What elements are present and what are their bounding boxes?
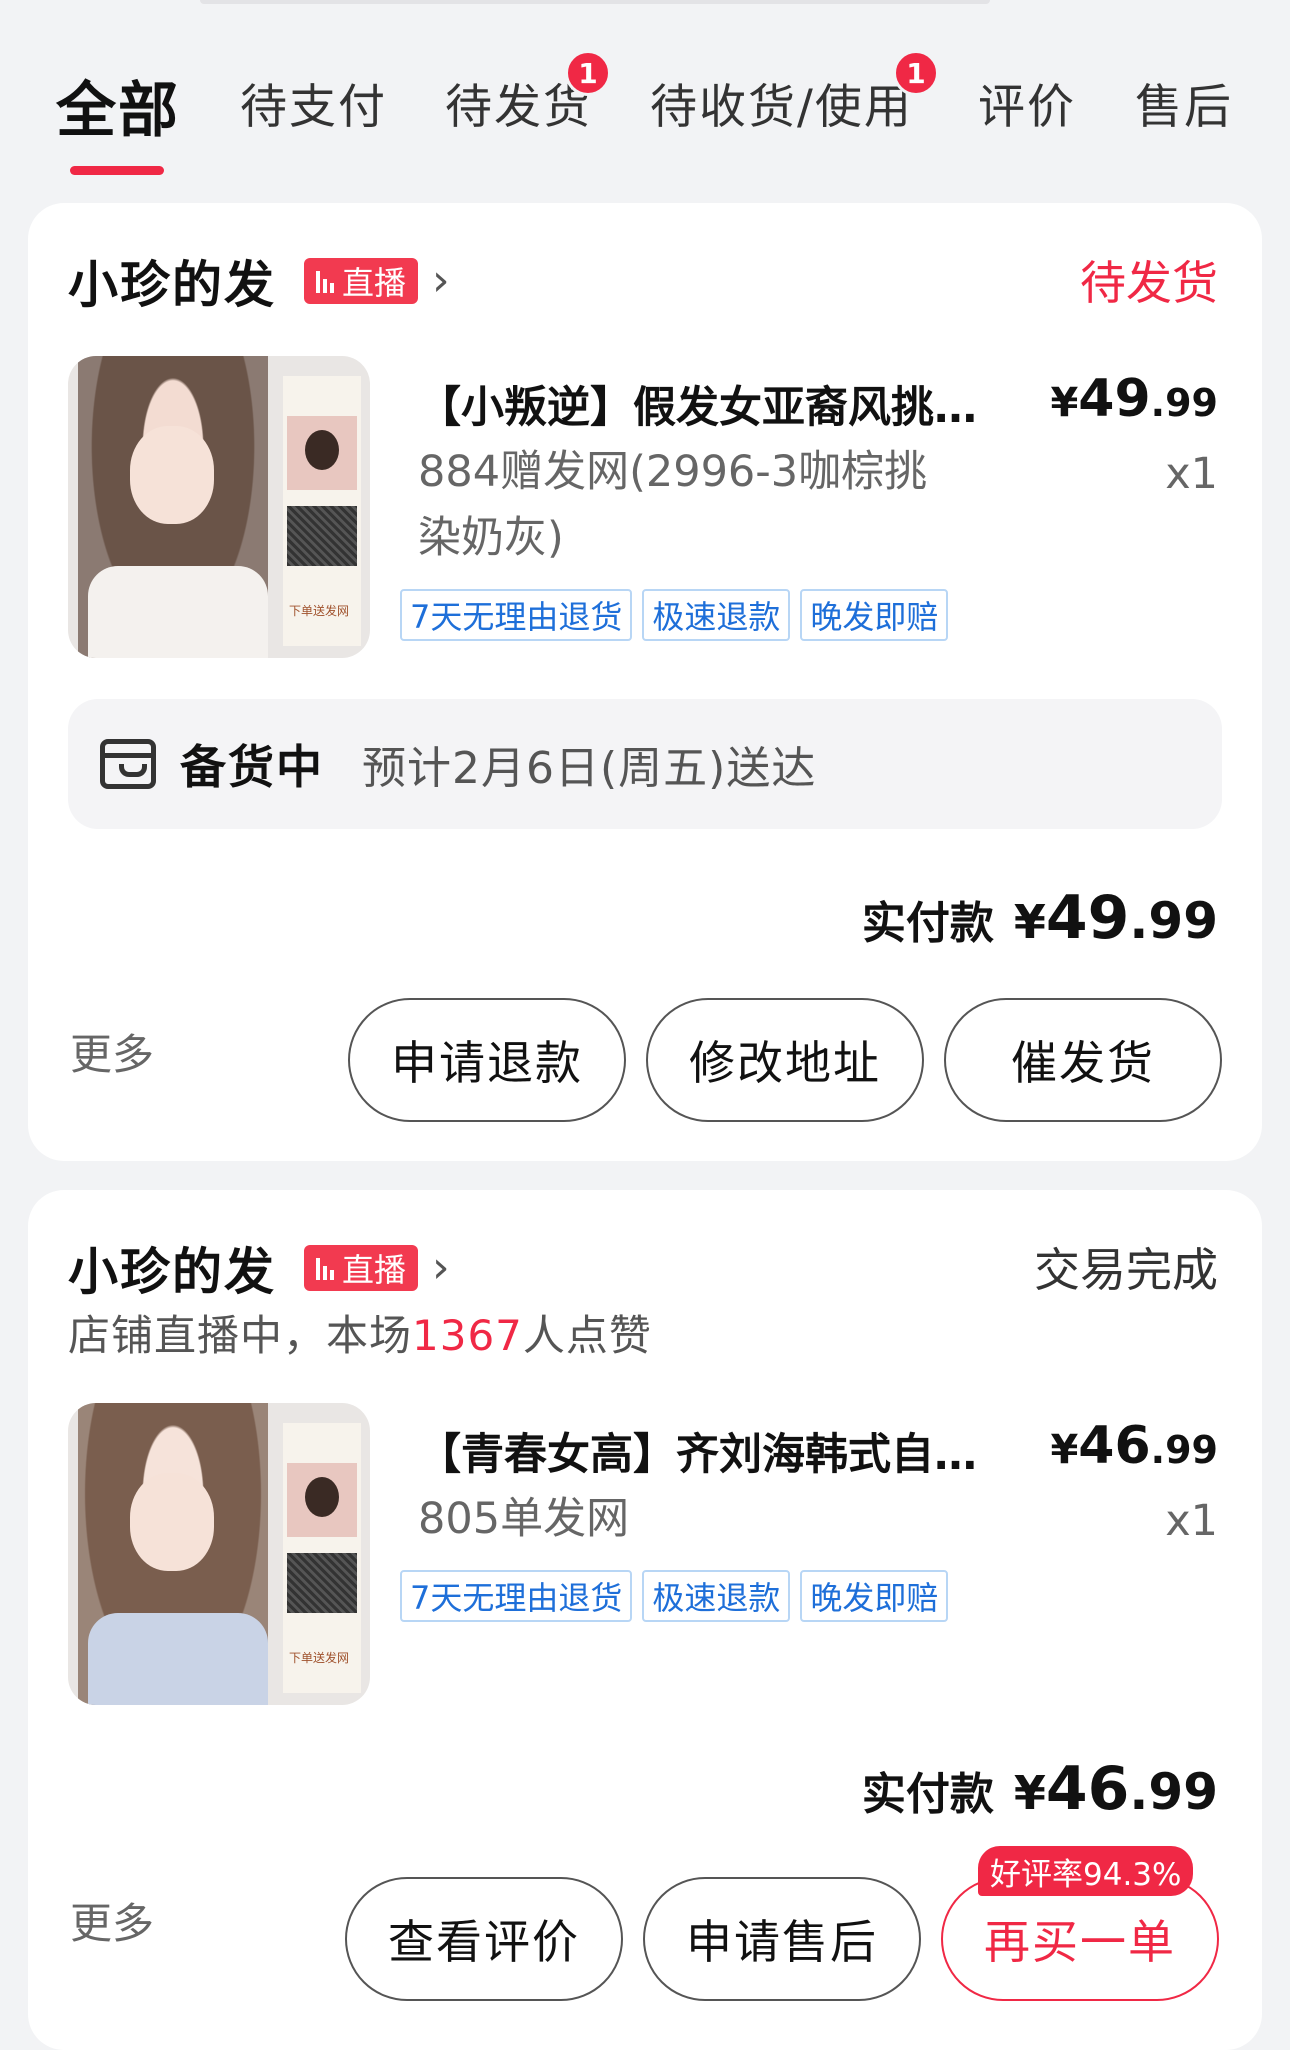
live-bars-icon <box>316 1256 334 1280</box>
thumb-cap <box>287 1463 357 1537</box>
service-tag: 极速退款 <box>642 1570 791 1622</box>
product-thumbnail[interactable]: 下单送发网 <box>68 356 370 658</box>
price-currency: ¥ <box>1050 1427 1079 1473</box>
tab-active-underline <box>70 166 164 175</box>
tab-reviews[interactable]: 评价 <box>978 68 1076 137</box>
live-note[interactable]: 店铺直播中，本场1367人点赞 <box>68 1302 652 1363</box>
price-dec: .99 <box>1150 381 1218 425</box>
paid-dec: .99 <box>1129 892 1218 950</box>
service-tag: 极速退款 <box>642 589 791 641</box>
order-status: 待发货 <box>1080 256 1218 310</box>
product-qty: x1 <box>1165 1496 1218 1546</box>
price-dec: .99 <box>1150 1428 1218 1472</box>
more-button[interactable]: 更多 <box>70 1890 154 1951</box>
product-price: ¥49.99 <box>1050 369 1218 429</box>
service-tag: 晚发即赔 <box>800 1570 949 1622</box>
order-card: 小珍的发 直播 › 待发货 下单送发网 【小叛逆】假发女亚裔风挑… ¥49.99… <box>28 203 1262 1161</box>
thumb-uniform <box>88 1613 268 1705</box>
thumb-cap <box>287 416 357 490</box>
product-title[interactable]: 【小叛逆】假发女亚裔风挑… <box>418 373 1008 435</box>
live-bars-icon <box>316 269 334 293</box>
more-button[interactable]: 更多 <box>70 1021 154 1082</box>
paid-currency: ¥ <box>1013 895 1046 949</box>
paid-currency: ¥ <box>1013 1766 1046 1820</box>
delivery-status: 备货中 <box>180 740 324 794</box>
shop-name[interactable]: 小珍的发 <box>68 245 276 317</box>
chevron-right-icon[interactable]: › <box>432 259 450 303</box>
price-int: 46 <box>1078 1416 1151 1476</box>
delivery-bar[interactable]: 备货中 预计2月6日(周五)送达 <box>68 699 1222 829</box>
order-status: 交易完成 <box>1034 1243 1218 1297</box>
live-like-count: 1367 <box>412 1311 523 1360</box>
product-spec: 805单发网 <box>418 1494 630 1544</box>
price-currency: ¥ <box>1050 380 1079 426</box>
shop-header[interactable]: 小珍的发 直播 › <box>68 245 450 317</box>
package-box-icon <box>100 739 156 789</box>
shop-name[interactable]: 小珍的发 <box>68 1232 276 1304</box>
paid-amount: 实付款 ¥49.99 <box>862 883 1218 953</box>
live-badge[interactable]: 直播 <box>304 258 419 304</box>
service-tag: 7天无理由退货 <box>400 589 633 641</box>
thumb-net <box>287 506 357 566</box>
thumb-coat <box>88 566 268 658</box>
service-tag: 晚发即赔 <box>800 589 949 641</box>
request-after-sales-button[interactable]: 申请售后 <box>643 1877 921 2001</box>
thumb-face <box>130 1473 214 1571</box>
price-int: 49 <box>1078 369 1151 429</box>
thumb-package: 下单送发网 <box>283 1423 361 1693</box>
top-handle <box>200 0 990 4</box>
paid-int: 49 <box>1045 883 1130 953</box>
tab-after-sales[interactable]: 售后 <box>1135 68 1233 137</box>
chevron-right-icon[interactable]: › <box>432 1246 450 1290</box>
live-note-prefix: 店铺直播中，本场 <box>68 1311 413 1360</box>
service-tags: 7天无理由退货 极速退款 晚发即赔 <box>400 1570 949 1622</box>
product-qty: x1 <box>1165 449 1218 499</box>
paid-dec: .99 <box>1129 1763 1218 1821</box>
view-review-button[interactable]: 查看评价 <box>345 1877 623 2001</box>
tab-all[interactable]: 全部 <box>56 62 180 149</box>
shop-header[interactable]: 小珍的发 直播 › <box>68 1232 450 1304</box>
thumb-face <box>130 426 214 524</box>
order-tabs: 全部 待支付 待发货 1 待收货/使用 1 评价 售后 <box>0 40 1290 180</box>
product-price: ¥46.99 <box>1050 1416 1218 1476</box>
live-badge[interactable]: 直播 <box>304 1245 419 1291</box>
tab-pending-receipt[interactable]: 待收货/使用 <box>650 68 913 137</box>
live-note-suffix: 人点赞 <box>522 1311 652 1360</box>
pending-receipt-badge: 1 <box>893 50 939 96</box>
service-tag: 7天无理由退货 <box>400 1570 633 1622</box>
service-tags: 7天无理由退货 极速退款 晚发即赔 <box>400 589 949 641</box>
live-label: 直播 <box>342 1251 407 1289</box>
request-refund-button[interactable]: 申请退款 <box>348 998 626 1122</box>
tab-pending-payment[interactable]: 待支付 <box>240 68 387 137</box>
thumb-package: 下单送发网 <box>283 376 361 646</box>
product-spec: 884赠发网(2996-3咖棕挑染奶灰) <box>418 447 928 563</box>
paid-int: 46 <box>1045 1754 1130 1824</box>
live-label: 直播 <box>342 264 407 302</box>
pending-shipment-badge: 1 <box>565 50 611 96</box>
paid-label: 实付款 <box>861 1769 994 1820</box>
thumb-text: 下单送发网 <box>289 1651 350 1665</box>
thumb-net <box>287 1553 357 1613</box>
product-thumbnail[interactable]: 下单送发网 <box>68 1403 370 1705</box>
thumb-text: 下单送发网 <box>289 604 350 618</box>
change-address-button[interactable]: 修改地址 <box>646 998 924 1122</box>
positive-rate-tag: 好评率94.3% <box>978 1846 1194 1896</box>
order-card: 小珍的发 直播 › 交易完成 店铺直播中，本场1367人点赞 下单送发网 【青春… <box>28 1190 1262 2050</box>
product-title[interactable]: 【青春女高】齐刘海韩式自… <box>418 1420 1008 1482</box>
paid-label: 实付款 <box>861 898 994 949</box>
paid-amount: 实付款 ¥46.99 <box>862 1754 1218 1824</box>
delivery-eta: 预计2月6日(周五)送达 <box>362 743 817 794</box>
urge-shipment-button[interactable]: 催发货 <box>944 998 1222 1122</box>
